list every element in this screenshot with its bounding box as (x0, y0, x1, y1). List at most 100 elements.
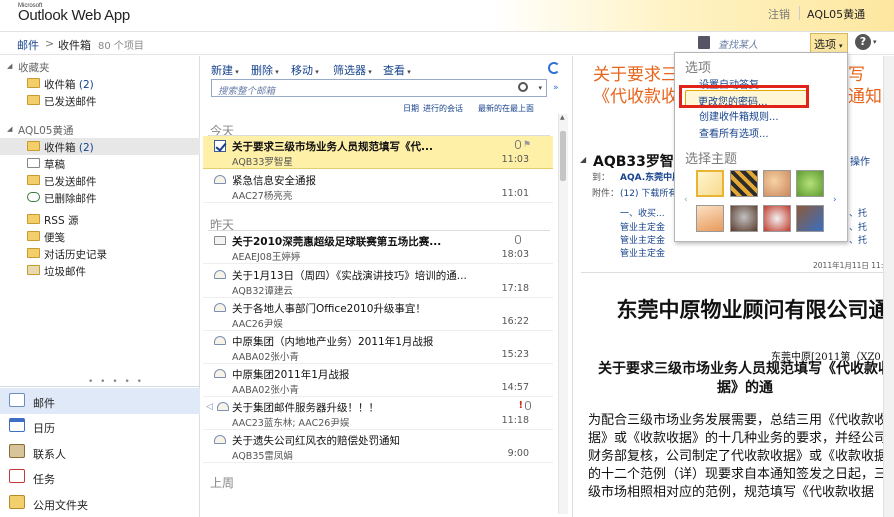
sidebar-item-notes[interactable]: 便笺 (0, 228, 200, 245)
message-subject: 紧急信息安全通报 (232, 175, 316, 187)
menu-item-inbox-rules[interactable]: 创建收件箱规则... (699, 108, 779, 123)
folder-label: 便笺 (44, 232, 65, 244)
attachment-link[interactable]: 管业主定金 (620, 233, 665, 246)
move-button[interactable]: 移动 ▾ (291, 62, 319, 78)
table-row[interactable]: 关于要求三级市场业务人员规范填写《代... AQB33罗智星 ⚑ 11:03 (203, 136, 553, 169)
theme-thumbnail[interactable] (730, 205, 758, 232)
actions-menu[interactable]: 操作 (850, 153, 870, 168)
message-time: 11:01 (501, 188, 529, 199)
attachment-link[interactable]: 管业主定金 (620, 246, 665, 259)
folder-label: 收件箱 (2) (44, 142, 94, 154)
sidebar-item-deleted[interactable]: 已删除邮件 (0, 189, 200, 206)
attachment-icon (525, 401, 531, 410)
scrollbar-thumb[interactable] (560, 131, 566, 181)
delete-button[interactable]: 删除 ▾ (251, 62, 279, 78)
message-sender: AQB33罗智星 (232, 157, 293, 168)
search-input[interactable]: 搜索整个邮箱 ▾ (211, 79, 547, 97)
attachment-link[interactable]: 、托 (849, 233, 867, 246)
menu-item-all-options[interactable]: 查看所有选项... (699, 125, 769, 140)
chevron-down-icon[interactable]: ▾ (538, 84, 542, 92)
read-envelope-icon (214, 175, 226, 184)
sidebar-item-drafts[interactable]: 草稿 (0, 155, 200, 172)
calendar-icon (9, 418, 25, 432)
theme-thumbnail[interactable] (763, 205, 791, 232)
table-row[interactable]: ◁ 关于集团邮件服务器升级！！！ AAC23蓝东林; AAC26尹娱 ! 11:… (203, 397, 553, 430)
sidebar-item-fav-sent[interactable]: 已发送邮件 (0, 92, 200, 109)
find-people[interactable]: 查找某人 (696, 35, 806, 51)
theme-thumbnail[interactable] (696, 205, 724, 232)
table-row[interactable]: 关于遗失公司红风衣的赔偿处罚通知 AQB35雷凤娟 9:00 (203, 430, 553, 463)
collapse-icon[interactable]: ◢ (7, 62, 12, 70)
document-title: 关于要求三级市场业务人员规范填写《代收款收据》的通 (598, 361, 892, 396)
message-time: 11:18 (501, 415, 529, 426)
read-envelope-icon (214, 435, 226, 444)
arrange-newest[interactable]: 最新的在最上面 (478, 103, 534, 114)
arrange-conversation[interactable]: 进行的会话 (423, 103, 463, 114)
message-body: 为配合三级市场业务发展需要，总结三用《代收款收据》或《收款收据》的十几种业务的要… (588, 413, 894, 500)
theme-thumbnail[interactable] (730, 170, 758, 197)
message-time: 9:00 (507, 448, 529, 459)
view-button[interactable]: 查看 ▾ (383, 62, 411, 78)
app-logo: Outlook Web App (18, 7, 130, 24)
theme-thumbnail[interactable] (796, 205, 824, 232)
table-row[interactable]: 中原集团2011年1月战报 AABA02张小青 14:57 (203, 364, 553, 397)
theme-thumbnail[interactable] (696, 170, 724, 197)
refresh-icon[interactable] (548, 62, 560, 74)
search-icon[interactable] (518, 82, 528, 92)
mail-icon (9, 393, 25, 407)
attachment-link[interactable]: 管业主定金 (620, 220, 665, 233)
nav-calendar[interactable]: 日历 (0, 413, 200, 439)
sidebar-item-conversation-history[interactable]: 对话历史记录 (0, 245, 200, 262)
attachment-link[interactable]: 一、收买... (620, 206, 665, 219)
collapse-icon[interactable]: ◢ (7, 125, 12, 133)
sent-date: 2011年1月11日 11:03 (813, 261, 893, 270)
reading-scrollbar[interactable] (883, 56, 894, 517)
sidebar-item-junk[interactable]: 垃圾邮件 (0, 262, 200, 279)
new-button[interactable]: 新建 ▾ (211, 62, 239, 78)
theme-thumbnail[interactable] (763, 170, 791, 197)
breadcrumb-mail[interactable]: 邮件 (17, 37, 39, 53)
folder-icon (27, 141, 40, 151)
nav-tasks[interactable]: 任务 (0, 464, 200, 490)
sidebar-item-fav-inbox[interactable]: 收件箱 (2) (0, 75, 200, 92)
flag-icon[interactable]: ⚑ (523, 140, 531, 150)
table-row[interactable]: 紧急信息安全通报 AAC27杨亮亮 11:01 (203, 170, 553, 203)
notes-icon (27, 231, 40, 241)
drafts-icon (27, 158, 40, 168)
table-row[interactable]: 关于1月13日（周四）《实战演讲技巧》培训的通... AQB32谭建云 17:1… (203, 265, 553, 298)
chevron-left-icon[interactable]: ‹ (684, 195, 688, 205)
scroll-up-icon[interactable]: ▲ (560, 114, 565, 121)
nav-mail[interactable]: 邮件 (0, 388, 200, 414)
message-sender: AQB32谭建云 (232, 286, 293, 297)
table-row[interactable]: 关于各地人事部门Office2010升级事宜！ AAC26尹娱 16:22 (203, 298, 553, 331)
nav-public-folders[interactable]: 公用文件夹 (0, 490, 200, 516)
options-button[interactable]: 选项 ▾ (810, 33, 848, 53)
table-row[interactable]: 关于2010深莞惠超级足球联赛第五场比赛... AEAEJ08王婷婷 18:03 (203, 231, 553, 264)
nav-contacts[interactable]: 联系人 (0, 439, 200, 465)
help-icon[interactable]: ? (855, 34, 871, 50)
chevron-right-icon[interactable]: › (833, 195, 837, 205)
expand-search-icon[interactable]: » (553, 83, 559, 93)
table-row[interactable]: 中原集团（内地地产业务）2011年1月战报 AABA02张小青 15:23 (203, 331, 553, 364)
chevron-down-icon: ▾ (405, 68, 411, 76)
sidebar-item-sent[interactable]: 已发送邮件 (0, 172, 200, 189)
chevron-down-icon[interactable]: ▾ (873, 38, 877, 46)
collapse-header-icon[interactable]: ◢ (580, 155, 586, 164)
attachment-link[interactable]: 、托 (849, 220, 867, 233)
sidebar-item-inbox[interactable]: 收件箱 (2) (0, 138, 200, 155)
theme-thumbnail[interactable] (796, 170, 824, 197)
arrange-by-date[interactable]: 日期 (403, 103, 419, 114)
attachment-link[interactable]: 、托 (849, 206, 867, 219)
filter-button[interactable]: 筛选器 ▾ (333, 62, 372, 78)
chevron-down-icon: ▾ (366, 68, 372, 76)
folder-icon (27, 248, 40, 258)
favorites-group[interactable]: ◢ 收藏夹 (0, 58, 200, 75)
to-label: 到： (592, 173, 611, 183)
folder-label: 已发送邮件 (44, 96, 97, 108)
sidebar-item-rss[interactable]: RSS 源 (0, 211, 200, 228)
folder-label: 垃圾邮件 (44, 266, 86, 278)
mailbox-group[interactable]: ◢ AQL05黄通 (0, 121, 200, 138)
signout-link[interactable]: 注销 (768, 6, 790, 22)
checkbox-icon[interactable] (214, 140, 226, 152)
user-name[interactable]: AQL05黄通 (807, 6, 865, 22)
